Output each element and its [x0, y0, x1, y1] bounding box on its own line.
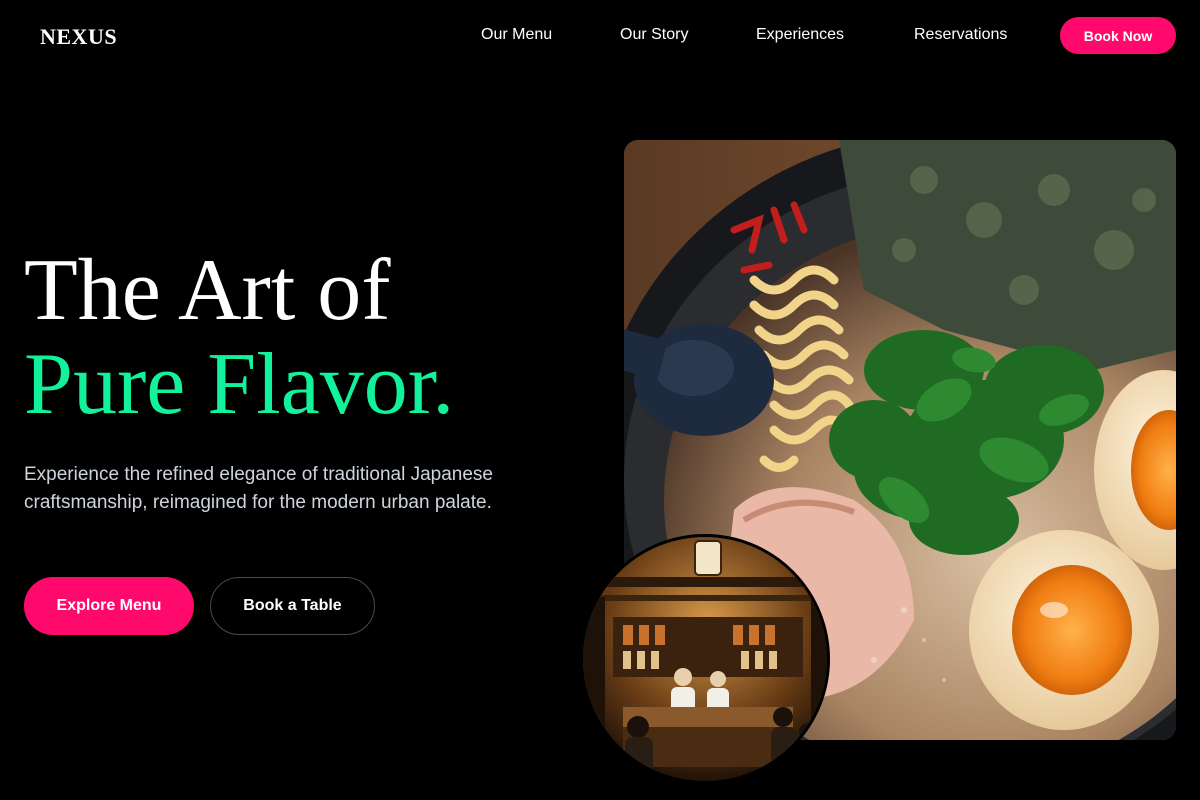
book-now-button[interactable]: Book Now	[1060, 17, 1176, 54]
nav-link-experiences[interactable]: Experiences	[756, 26, 844, 44]
headline-line-1: The Art of	[24, 242, 391, 339]
book-table-button[interactable]: Book a Table	[210, 577, 375, 635]
brand-logo[interactable]: NEXUS	[40, 24, 117, 50]
hero-subtext: Experience the refined elegance of tradi…	[24, 464, 493, 513]
headline-line-2: Pure Flavor.	[24, 336, 455, 433]
nav-link-reservations[interactable]: Reservations	[914, 26, 1007, 44]
restaurant-interior-image	[580, 534, 830, 784]
nav-link-our-menu[interactable]: Our Menu	[481, 26, 552, 44]
explore-menu-button[interactable]: Explore Menu	[24, 577, 194, 635]
top-navigation: NEXUS Our Menu Our Story Experiences Res…	[0, 0, 1200, 72]
hero-headline: The Art of Pure Flavor.	[24, 244, 454, 432]
nav-link-our-story[interactable]: Our Story	[620, 26, 688, 44]
